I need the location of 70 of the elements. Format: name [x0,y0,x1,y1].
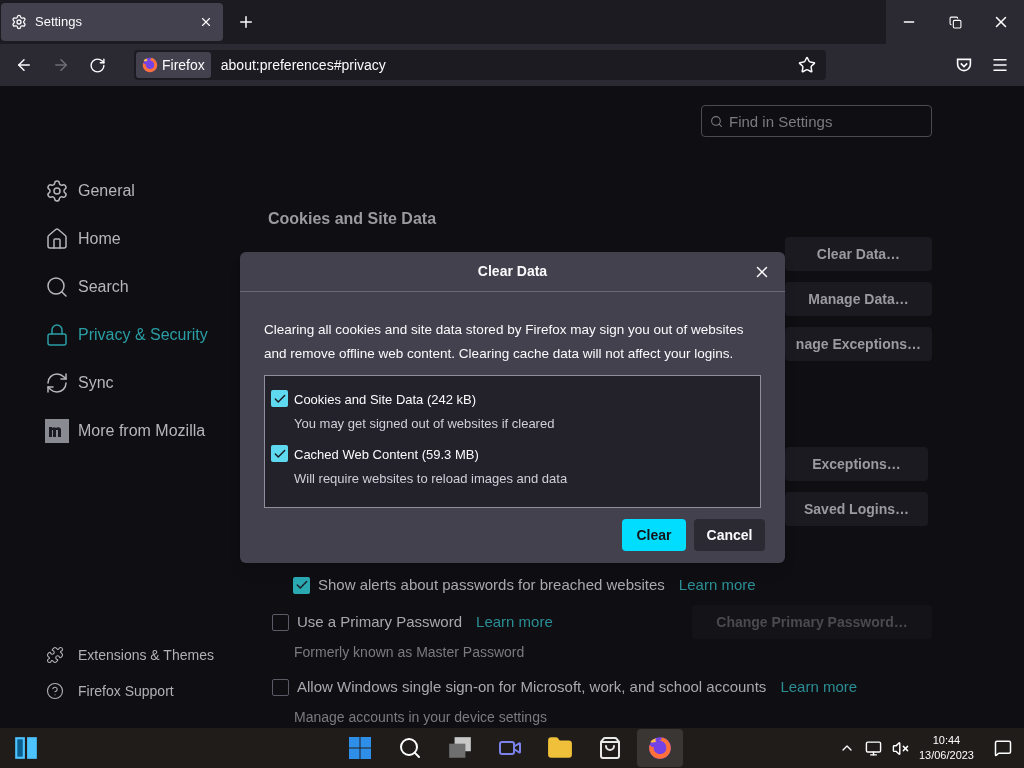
letter-tile-icon [45,419,69,443]
learn-more-link[interactable]: Learn more [678,573,756,597]
action-button[interactable]: Saved Logins… [785,492,928,526]
checkbox[interactable] [271,390,288,407]
sidebar-item[interactable]: General [45,167,268,215]
menu-icon[interactable] [991,56,1009,74]
store-bag-icon [598,736,622,760]
clock-date: 13/06/2023 [918,748,974,763]
option-hint: Will require websites to reload images and data [294,469,568,488]
search-icon [710,115,723,128]
tab-title: Settings [35,13,83,32]
settings-icon [45,179,69,203]
restore-icon[interactable] [948,15,962,29]
option-hint: You may get signed out of websites if cleared [294,414,555,433]
sidebar-item[interactable]: Search [45,263,268,311]
close-icon[interactable] [199,15,213,29]
option-label: Cached Web Content (59.3 MB) [294,446,480,464]
section-heading: Cookies and Site Data [268,209,438,229]
back-icon[interactable] [15,56,33,74]
sync-icon [45,371,69,395]
notification-icon[interactable] [994,739,1012,757]
identity-badge[interactable]: Firefox [136,52,211,78]
sidebar-link[interactable]: Extensions & Themes [45,637,268,673]
folder-icon [547,735,573,761]
option-label: Show alerts about passwords for breached websites [318,574,665,595]
option-label: Use a Primary Password [297,611,463,632]
clock-time: 10:44 [932,733,961,748]
sidebar-item[interactable]: Home [45,215,268,263]
action-button[interactable]: Manage Data… [785,282,932,316]
help-icon [46,682,64,700]
widgets-icon [13,735,39,761]
reload-icon[interactable] [89,56,106,74]
checkbox[interactable] [271,445,288,462]
pocket-icon[interactable] [956,57,972,73]
checkbox[interactable] [272,678,289,696]
puzzle-icon [46,646,64,664]
new-tab-icon[interactable] [237,13,255,31]
dialog-button[interactable]: Cancel [694,519,765,551]
muted-speaker-icon[interactable] [891,739,909,757]
browser-logo-icon [648,736,672,760]
search-icon [45,275,69,299]
checkbox[interactable] [293,576,310,594]
learn-more-link[interactable]: Learn more [476,610,553,634]
search-field[interactable]: Find in Settings [701,105,932,137]
sidebar-item[interactable]: More from Mozilla [45,407,268,455]
search-icon [398,736,422,760]
dialog-button[interactable]: Clear [622,519,686,551]
url-text: about:preferences#privacy [220,55,387,75]
address-bar[interactable]: Firefox about:preferences#privacy [134,50,826,80]
task-view-icon [447,735,473,761]
star-icon[interactable] [798,56,816,74]
network-icon[interactable] [864,739,882,757]
checkbox[interactable] [272,613,289,631]
action-button[interactable]: nage Exceptions… [785,327,932,361]
learn-more-link[interactable]: Learn more [780,675,858,699]
action-button[interactable]: Exceptions… [785,447,928,481]
action-button[interactable]: Clear Data… [785,237,932,271]
browser-logo-icon [142,57,158,73]
windows-logo-icon [348,736,372,760]
padlock-icon [45,323,69,347]
browser-tab[interactable]: Settings [1,3,223,41]
sidebar-link[interactable]: Firefox Support [45,673,268,709]
option-label: Cookies and Site Data (242 kB) [294,391,478,409]
option-note: Formerly known as Master Password [293,643,526,662]
settings-icon [11,14,27,30]
option-label: Allow Windows single sign-on for Microsoft, work, and school accounts [297,676,767,697]
option-note: Manage accounts in your device settings [293,708,548,727]
home-icon [45,227,69,251]
forward-icon[interactable] [52,56,70,74]
dialog-title: Clear Data [477,262,548,281]
